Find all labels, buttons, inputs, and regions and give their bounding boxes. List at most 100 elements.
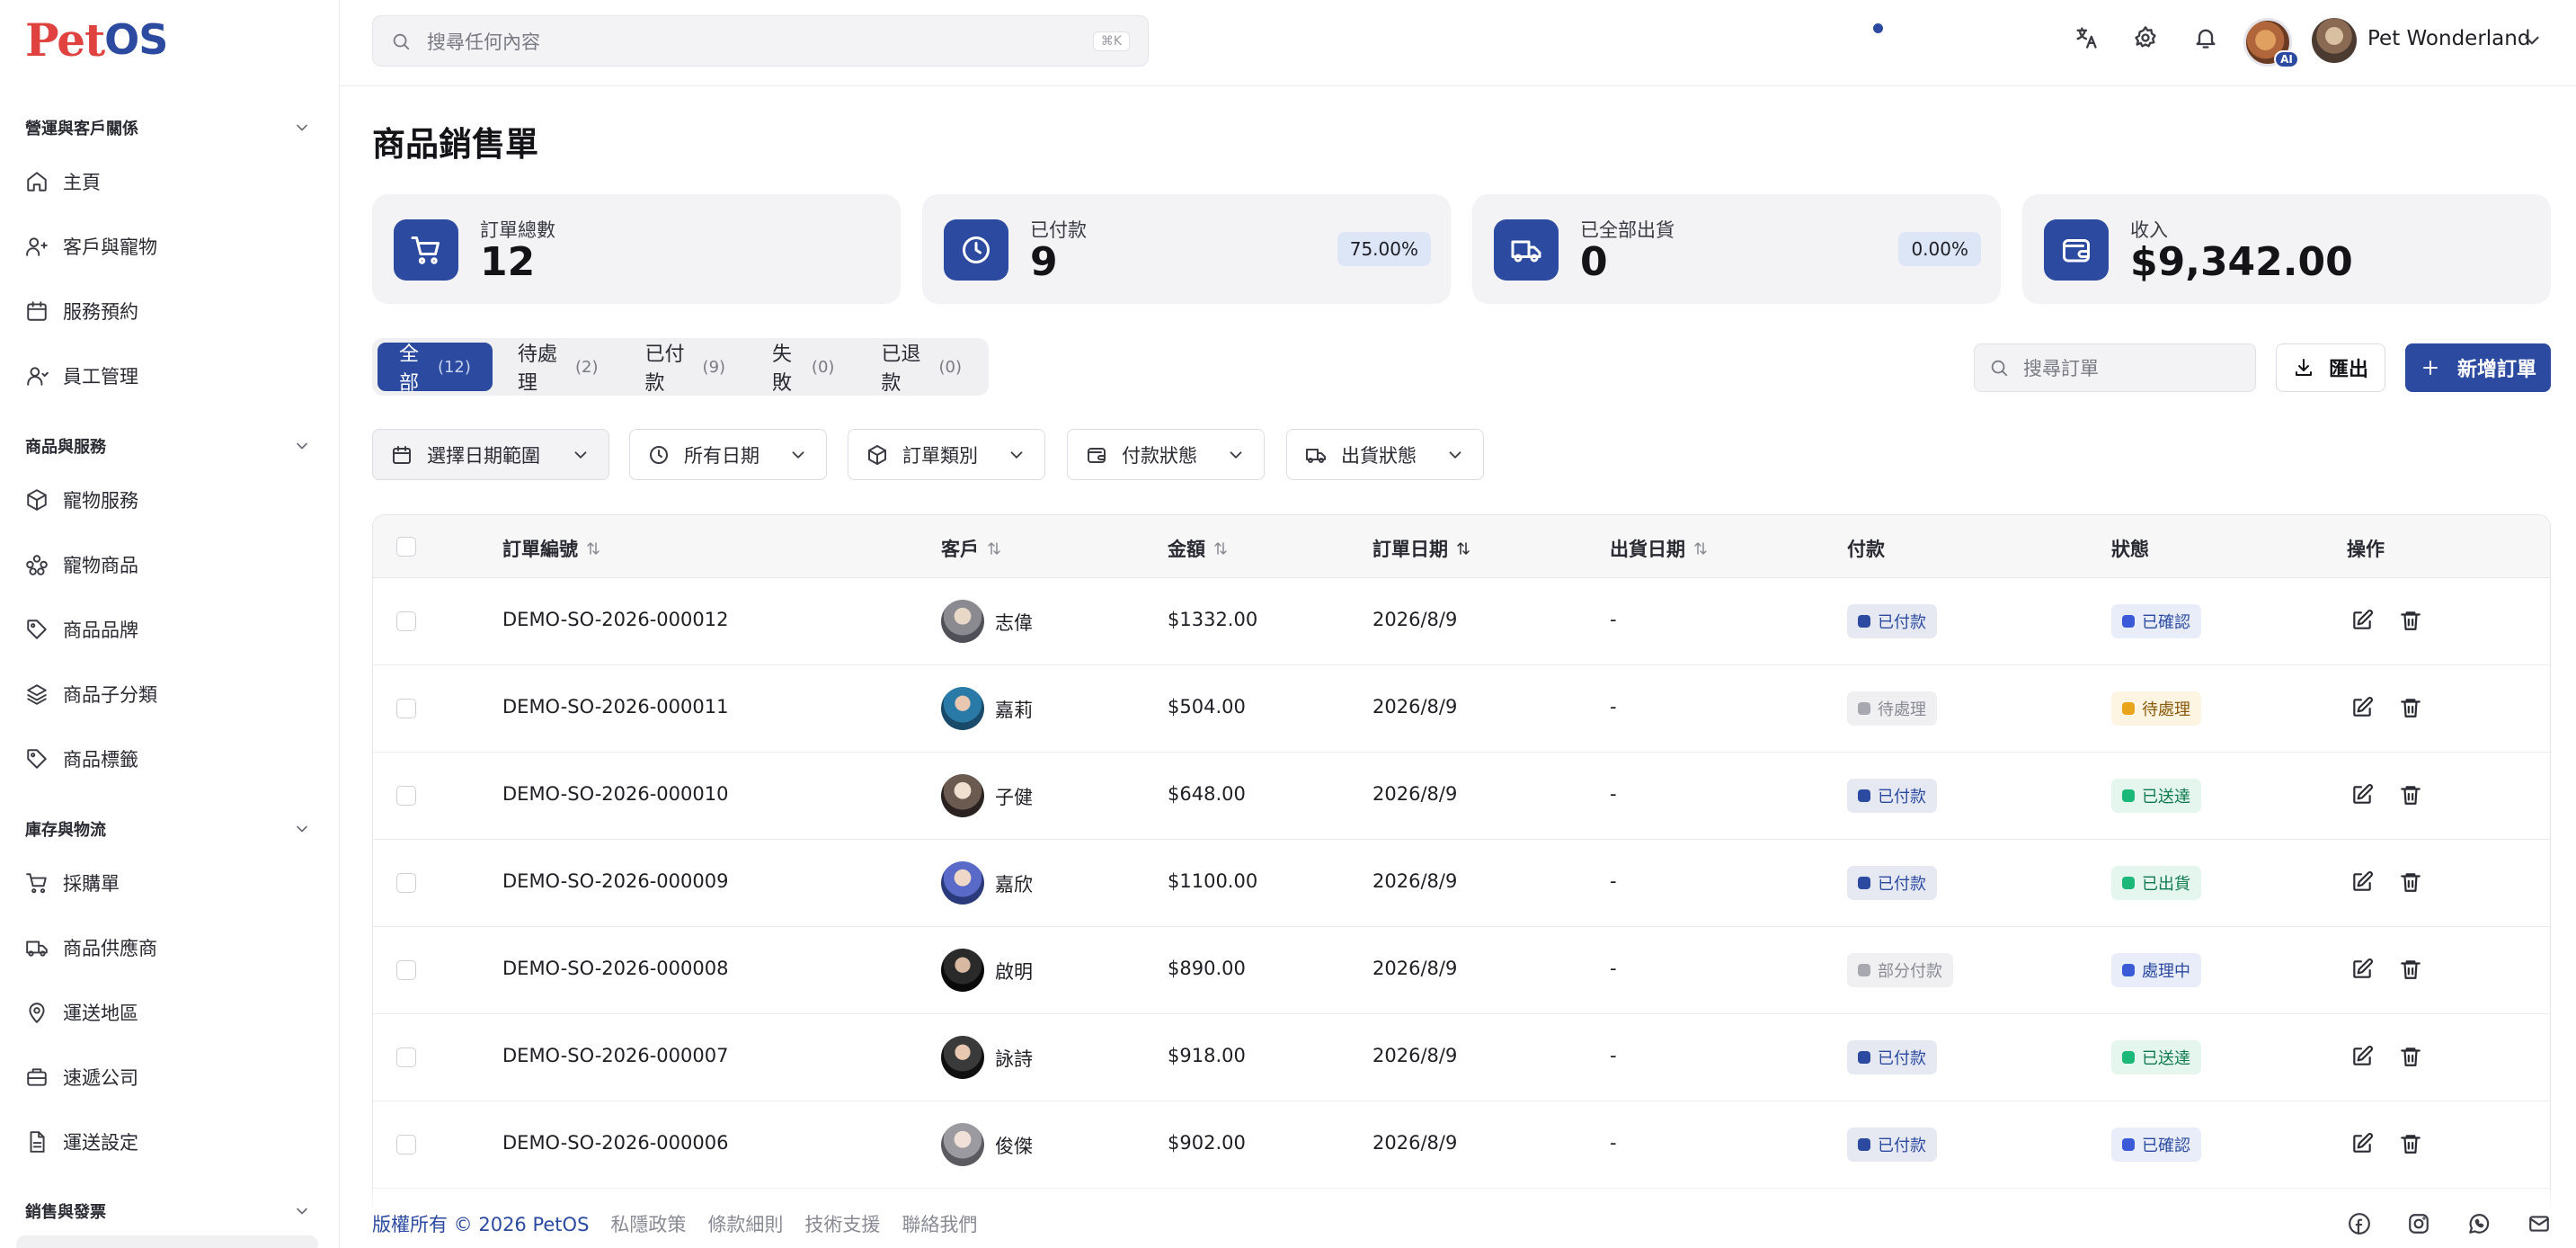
order-number[interactable]: DEMO-SO-2026-000008	[502, 958, 728, 979]
order-number[interactable]: DEMO-SO-2026-000009	[502, 870, 728, 892]
row-checkbox[interactable]	[396, 1047, 416, 1067]
sidebar-item-suppliers[interactable]: 商品供應商	[25, 930, 311, 966]
table-row[interactable]: DEMO-SO-2026-000007 詠詩 $918.00 2026/8/9 - 已付款…	[373, 1014, 2550, 1101]
sidebar-item-brands[interactable]: 商品品牌	[25, 611, 311, 647]
customer-name[interactable]: 志偉	[995, 609, 1033, 636]
table-row[interactable]: DEMO-SO-2026-000009 嘉欣 $1100.00 2026/8/9 - 已付…	[373, 840, 2550, 927]
filter-payment-status[interactable]: 付款狀態	[1067, 429, 1265, 480]
select-all-checkbox[interactable]	[396, 537, 416, 557]
global-search-input[interactable]: 搜尋任何內容 ⌘K	[372, 15, 1149, 67]
column-customer[interactable]: 客戶	[941, 535, 1002, 562]
order-search-input[interactable]: 搜尋訂單	[1974, 343, 2256, 392]
row-checkbox[interactable]	[396, 786, 416, 806]
avatar[interactable]	[2312, 18, 2357, 63]
row-checkbox[interactable]	[396, 1135, 416, 1154]
table-row[interactable]: DEMO-SO-2026-000008 啟明 $890.00 2026/8/9 - 部分付…	[373, 927, 2550, 1014]
row-checkbox[interactable]	[396, 611, 416, 631]
footer-link-terms[interactable]: 條款細則	[707, 1210, 783, 1237]
user-name[interactable]: Pet Wonderland	[2367, 27, 2530, 50]
sidebar-section-products[interactable]: 商品與服務	[25, 432, 311, 459]
delete-button[interactable]	[2399, 870, 2422, 894]
filter-shipping-status[interactable]: 出貨狀態	[1286, 429, 1484, 480]
truck-icon	[1306, 448, 1326, 463]
edit-button[interactable]	[2350, 1132, 2374, 1155]
sidebar-section-sales[interactable]: 銷售與發票	[25, 1198, 311, 1225]
sidebar-item-pet-products[interactable]: 寵物商品	[25, 547, 311, 583]
column-amount[interactable]: 金額	[1168, 535, 1229, 562]
tab-all[interactable]: 全部 (12)	[378, 343, 493, 395]
add-order-button[interactable]: 新增訂單	[2405, 343, 2551, 392]
instagram-icon[interactable]	[2407, 1212, 2430, 1235]
tab-pending[interactable]: 待處理 (2)	[496, 343, 620, 395]
customer-name[interactable]: 子健	[995, 783, 1033, 810]
table-row[interactable]: DEMO-SO-2026-000010 子健 $648.00 2026/8/9 - 已付款…	[373, 753, 2550, 840]
sidebar-item-tags[interactable]: 商品標籤	[25, 741, 311, 777]
sidebar-item-shipping-settings[interactable]: 運送設定	[25, 1124, 311, 1160]
delete-button[interactable]	[2399, 1045, 2422, 1068]
sidebar-item-home[interactable]: 主頁	[25, 164, 311, 200]
order-number[interactable]: DEMO-SO-2026-000006	[502, 1132, 728, 1154]
tab-refunded[interactable]: 已退款 (0)	[859, 343, 983, 395]
sidebar-item-appointments[interactable]: 服務預約	[25, 293, 311, 329]
whatsapp-icon[interactable]	[2467, 1212, 2491, 1235]
order-number[interactable]: DEMO-SO-2026-000012	[502, 609, 728, 630]
edit-button[interactable]	[2350, 1045, 2374, 1068]
customer-name[interactable]: 嘉莉	[995, 696, 1033, 723]
edit-button[interactable]	[2350, 609, 2374, 632]
edit-button[interactable]	[2350, 958, 2374, 981]
translate-button[interactable]	[2074, 25, 2102, 54]
customer-name[interactable]: 詠詩	[995, 1045, 1033, 1072]
delete-button[interactable]	[2399, 696, 2422, 719]
facebook-icon[interactable]	[2348, 1212, 2371, 1235]
sidebar-item-staff[interactable]: 員工管理	[25, 358, 311, 394]
filter-date-range[interactable]: 選擇日期範圍	[372, 429, 609, 480]
row-checkbox[interactable]	[396, 699, 416, 718]
edit-button[interactable]	[2350, 783, 2374, 807]
table-header: 訂單編號 客戶 金額 訂單日期 出貨日期 付款 狀態 操作	[373, 515, 2550, 578]
row-checkbox[interactable]	[396, 873, 416, 893]
edit-button[interactable]	[2350, 870, 2374, 894]
sidebar-item-subcategories[interactable]: 商品子分類	[25, 676, 311, 712]
customer-name[interactable]: 嘉欣	[995, 870, 1033, 897]
customer-name[interactable]: 啟明	[995, 958, 1033, 985]
order-number[interactable]: DEMO-SO-2026-000007	[502, 1045, 728, 1066]
delete-button[interactable]	[2399, 1132, 2422, 1155]
table-row[interactable]: DEMO-SO-2026-000011 嘉莉 $504.00 2026/8/9 - 待處理…	[373, 665, 2550, 753]
sidebar-item-shipping-zones[interactable]: 運送地區	[25, 994, 311, 1030]
table-row[interactable]: DEMO-SO-2026-000006 俊傑 $902.00 2026/8/9 - 已付款…	[373, 1101, 2550, 1189]
tab-paid[interactable]: 已付款 (9)	[623, 343, 747, 395]
sidebar-item-purchase-orders[interactable]: 採購單	[25, 865, 311, 901]
sidebar-section-inventory[interactable]: 庫存與物流	[25, 816, 311, 842]
sidebar-item-couriers[interactable]: 速遞公司	[25, 1059, 311, 1095]
footer-link-contact[interactable]: 聯絡我們	[902, 1210, 977, 1237]
export-button[interactable]: 匯出	[2276, 343, 2385, 392]
table-row[interactable]: DEMO-SO-2026-000012 志偉 $1332.00 2026/8/9 - 已付…	[373, 578, 2550, 665]
row-checkbox[interactable]	[396, 960, 416, 980]
delete-button[interactable]	[2399, 783, 2422, 807]
filter-order-type[interactable]: 訂單類別	[848, 429, 1045, 480]
edit-button[interactable]	[2350, 696, 2374, 719]
email-icon[interactable]	[2527, 1212, 2551, 1235]
sidebar-section-operations[interactable]: 營運與客戶關係	[25, 114, 311, 141]
filter-all-dates[interactable]: 所有日期	[629, 429, 827, 480]
order-number[interactable]: DEMO-SO-2026-000010	[502, 783, 728, 805]
column-order-no[interactable]: 訂單編號	[502, 535, 601, 562]
settings-button[interactable]	[2133, 25, 2162, 54]
tab-failed[interactable]: 失敗 (0)	[751, 343, 856, 395]
order-number[interactable]: DEMO-SO-2026-000011	[502, 696, 728, 718]
delete-button[interactable]	[2399, 609, 2422, 632]
column-order-date[interactable]: 訂單日期	[1372, 535, 1471, 562]
delete-button[interactable]	[2399, 958, 2422, 981]
chevron-down-icon[interactable]	[2520, 29, 2544, 52]
app-logo[interactable]: Pet OS	[25, 13, 168, 67]
column-ship-date[interactable]: 出貨日期	[1610, 535, 1709, 562]
cart-icon	[394, 219, 458, 281]
customer-name[interactable]: 俊傑	[995, 1132, 1033, 1159]
sidebar-item-customers[interactable]: 客戶與寵物	[25, 228, 311, 264]
footer-link-support[interactable]: 技術支援	[804, 1210, 880, 1237]
payment-badge: 已付款	[1847, 866, 1937, 900]
sidebar-item-pet-services[interactable]: 寵物服務	[25, 482, 311, 518]
notifications-button[interactable]	[2193, 25, 2222, 54]
sidebar-active-item-highlight[interactable]	[16, 1235, 318, 1248]
footer-link-privacy[interactable]: 私隱政策	[610, 1210, 686, 1237]
